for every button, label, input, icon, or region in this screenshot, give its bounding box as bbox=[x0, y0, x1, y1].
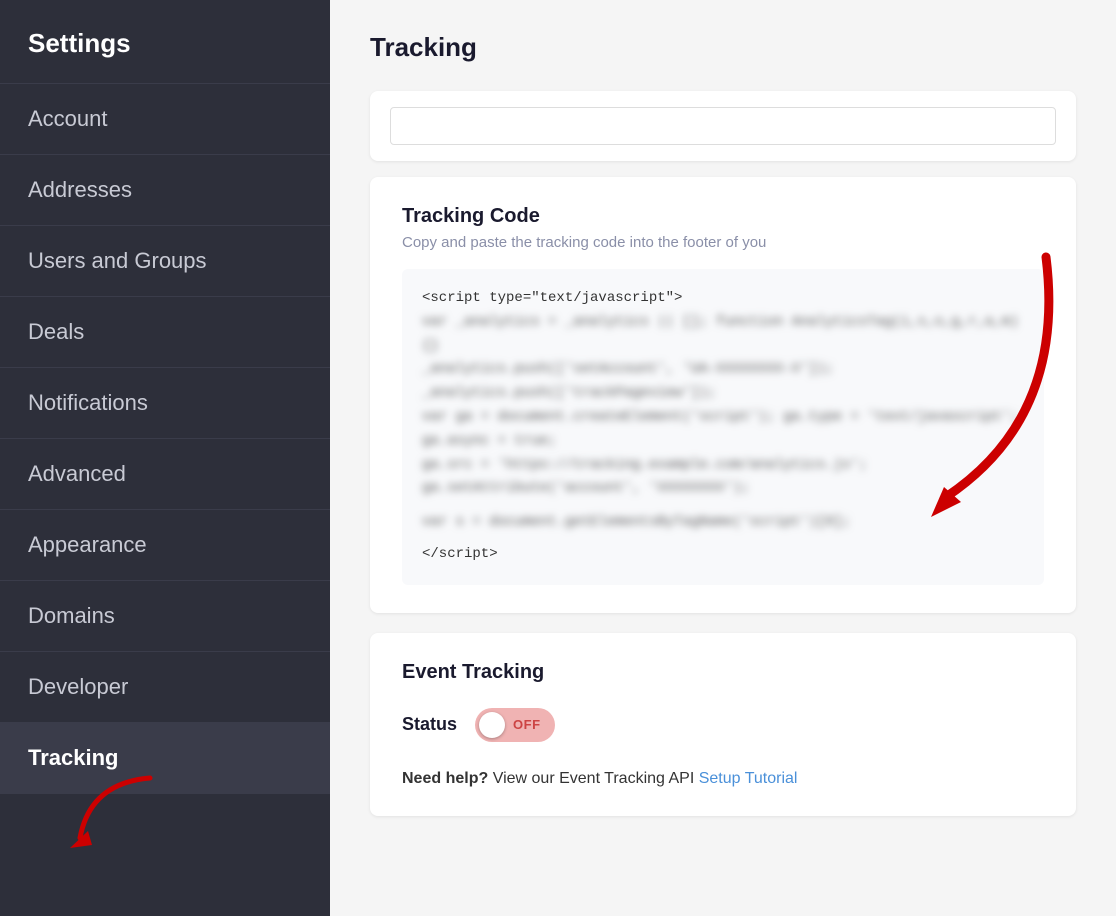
code-line-close: </script> bbox=[422, 543, 1024, 567]
sidebar-item-deals[interactable]: Deals bbox=[0, 297, 330, 368]
help-body: View our Event Tracking API bbox=[493, 770, 699, 787]
code-line-blurred-1: var _analytics = _analytics || []; funct… bbox=[422, 311, 1024, 359]
toggle-state-label: OFF bbox=[513, 717, 541, 732]
toggle-knob bbox=[479, 712, 505, 738]
tracking-code-title: Tracking Code bbox=[402, 205, 1044, 228]
sidebar-item-account[interactable]: Account bbox=[0, 84, 330, 155]
tracking-code-card: Tracking Code Copy and paste the trackin… bbox=[370, 177, 1076, 613]
sidebar-arrow bbox=[60, 773, 180, 853]
sidebar-item-tracking[interactable]: Tracking bbox=[0, 723, 330, 794]
code-line-blurred-6: var s = document.getElementsByTagName('s… bbox=[422, 511, 1024, 535]
tracking-input[interactable] bbox=[390, 107, 1056, 145]
sidebar-title: Settings bbox=[0, 0, 330, 84]
event-tracking-card: Event Tracking Status OFF Need help? Vie… bbox=[370, 633, 1076, 816]
sidebar-item-addresses[interactable]: Addresses bbox=[0, 155, 330, 226]
help-row: Need help? View our Event Tracking API S… bbox=[402, 770, 1044, 788]
status-label: Status bbox=[402, 714, 457, 735]
code-line-blurred-3: var ga = document.createElement('script'… bbox=[422, 406, 1024, 454]
sidebar-item-developer[interactable]: Developer bbox=[0, 652, 330, 723]
code-line-blurred-4: ga.src = 'https://tracking.example.com/a… bbox=[422, 454, 1024, 478]
help-text: Need help? bbox=[402, 770, 488, 787]
tracking-code-block[interactable]: <script type="text/javascript"> var _ana… bbox=[402, 269, 1044, 585]
sidebar-item-notifications[interactable]: Notifications bbox=[0, 368, 330, 439]
sidebar-item-appearance[interactable]: Appearance bbox=[0, 510, 330, 581]
page-title: Tracking bbox=[370, 32, 1076, 63]
tracking-code-desc: Copy and paste the tracking code into th… bbox=[402, 234, 1044, 251]
tracking-top-card bbox=[370, 91, 1076, 161]
help-link[interactable]: Setup Tutorial bbox=[699, 770, 798, 787]
code-line-blurred-2: _analytics.push(['setAccount', 'UA-XXXXX… bbox=[422, 358, 1024, 406]
code-line-open: <script type="text/javascript"> bbox=[422, 287, 1024, 311]
sidebar-item-domains[interactable]: Domains bbox=[0, 581, 330, 652]
sidebar: Settings Account Addresses Users and Gro… bbox=[0, 0, 330, 916]
sidebar-item-users-and-groups[interactable]: Users and Groups bbox=[0, 226, 330, 297]
status-toggle[interactable]: OFF bbox=[475, 708, 555, 742]
status-row: Status OFF bbox=[402, 708, 1044, 742]
main-content: Tracking Tracking Code Copy and paste th… bbox=[330, 0, 1116, 916]
code-line-blurred-5: ga.setAttribute('account', 'XXXXXXXX'); bbox=[422, 477, 1024, 501]
event-tracking-title: Event Tracking bbox=[402, 661, 1044, 684]
sidebar-item-advanced[interactable]: Advanced bbox=[0, 439, 330, 510]
